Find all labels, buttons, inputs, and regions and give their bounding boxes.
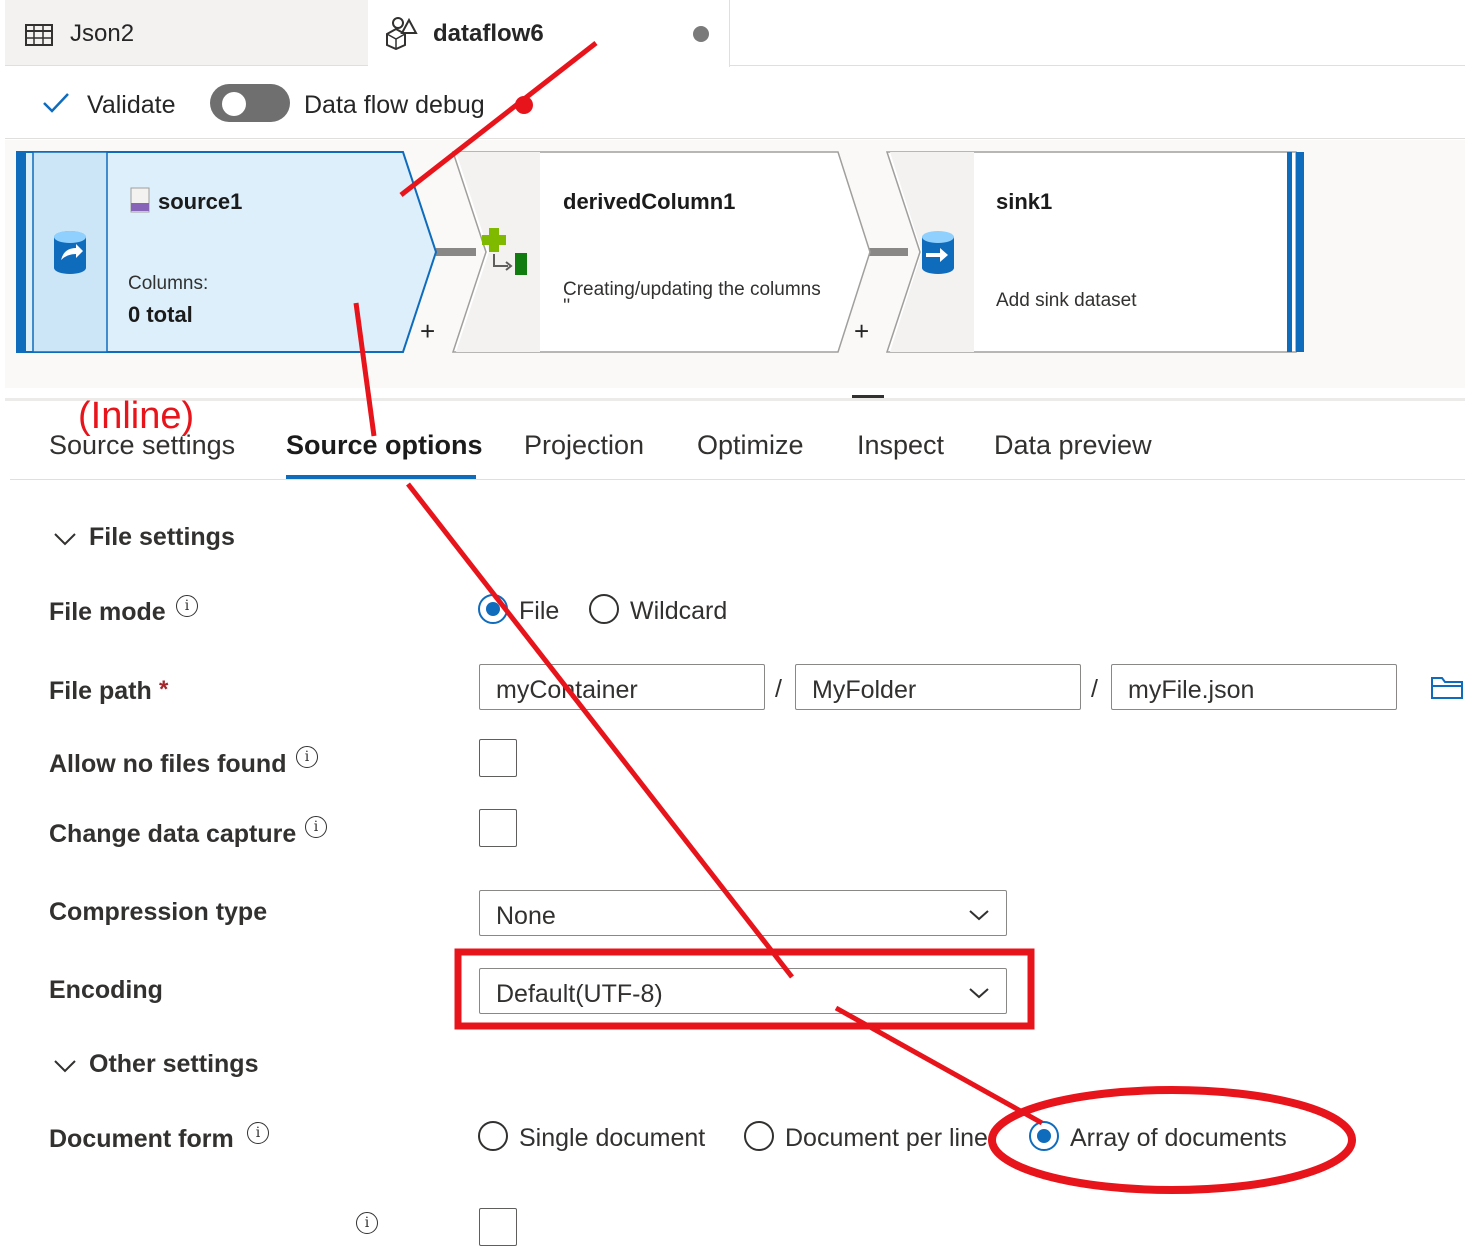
- annotation-overlay: [353, 41, 1356, 1194]
